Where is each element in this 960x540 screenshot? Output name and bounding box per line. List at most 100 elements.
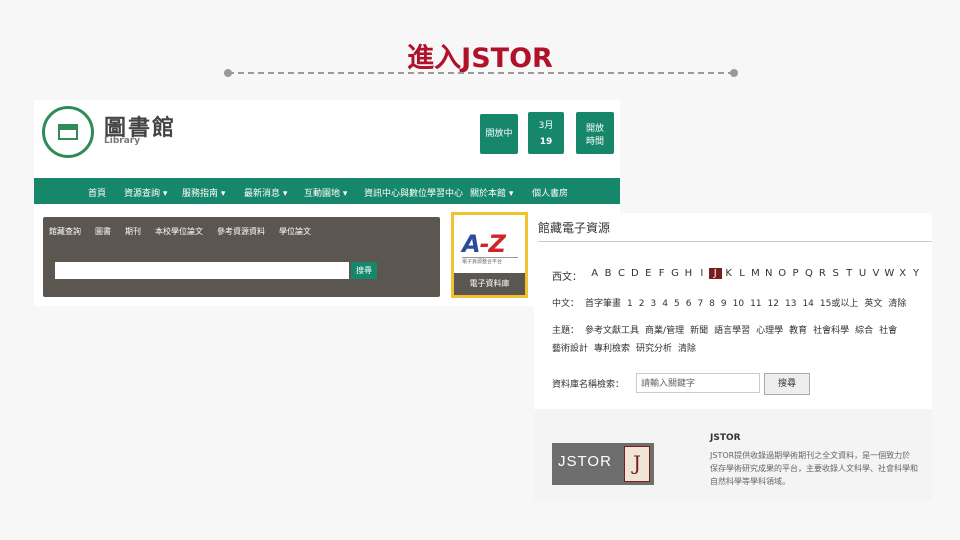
letter-s[interactable]: S [829,268,842,279]
letter-v[interactable]: V [869,268,882,279]
jstor-logo[interactable]: JSTOR J [552,443,654,485]
letter-r[interactable]: R [816,268,829,279]
opening-hours-line1: 開放 [585,124,604,134]
zh-15-plus[interactable]: 15或以上 [820,299,858,309]
zh-4[interactable]: 4 [662,299,668,309]
theme-social-science[interactable]: 社會科學 [813,326,849,336]
letter-t[interactable]: T [842,268,855,279]
zh-2[interactable]: 2 [639,299,645,309]
chinese-index-row: 中文： 首字筆畫 1 2 3 4 5 6 7 8 9 10 11 12 13 14 15或以上 英文 清除 [552,296,912,309]
zh-strokes[interactable]: 首字筆畫 [585,299,621,309]
letter-m[interactable]: M [749,268,762,279]
theme-art-design[interactable]: 藝術設計 [552,344,588,354]
zh-11[interactable]: 11 [750,299,761,309]
letter-c[interactable]: C [615,268,628,279]
tab-reference[interactable]: 參考資源資料 [217,226,265,237]
catalog-search-input[interactable] [55,262,349,279]
zh-6[interactable]: 6 [686,299,692,309]
zh-14[interactable]: 14 [802,299,813,309]
nav-about[interactable]: 關於本館 ▾ [470,186,513,199]
letter-a[interactable]: A [588,268,601,279]
nav-info-center[interactable]: 資訊中心與數位學習中心 [364,186,463,199]
theme-business[interactable]: 商業/管理 [645,326,684,336]
tab-journals[interactable]: 期刊 [125,226,141,237]
zh-10[interactable]: 10 [733,299,744,309]
tab-books[interactable]: 圖書 [95,226,111,237]
university-logo[interactable] [42,106,94,158]
letter-k[interactable]: K [722,268,735,279]
db-search-input[interactable]: 請輸入關鍵字 [636,373,760,393]
theme-society[interactable]: 社會 [879,326,897,336]
letter-o[interactable]: O [775,268,788,279]
letter-index: ABCDEFGHIJKLMNOPQRSTUVWXY [588,268,923,279]
jstor-description: JSTOR提供收錄過期學術期刊之全文資料，是一個致力於保存學術研究成果的平台，主… [710,451,918,486]
zh-1[interactable]: 1 [627,299,633,309]
divider-dot-right [730,69,738,77]
theme-education[interactable]: 教育 [789,326,807,336]
date-button[interactable]: 3月 19 [528,112,564,154]
nav-resources[interactable]: 資源查詢 ▾ [124,186,167,199]
letter-l[interactable]: L [735,268,748,279]
nav-personal[interactable]: 個人書房 [532,186,568,199]
theme-label: 主題： [552,326,580,336]
theme-clear[interactable]: 清除 [678,344,696,354]
zh-clear[interactable]: 清除 [888,299,906,309]
jstor-name[interactable]: JSTOR [710,433,741,443]
zh-12[interactable]: 12 [768,299,779,309]
theme-general[interactable]: 綜合 [855,326,873,336]
letter-q[interactable]: Q [802,268,815,279]
tab-catalog[interactable]: 館藏查詢 [49,226,81,237]
jstor-j-mark: J [624,446,650,482]
zh-8[interactable]: 8 [709,299,715,309]
opening-hours-button[interactable]: 開放 時間 [576,112,614,154]
az-label: 電子資料庫 [454,273,525,295]
letter-w[interactable]: W [883,268,896,279]
letter-e[interactable]: E [642,268,655,279]
letter-x[interactable]: X [896,268,909,279]
letter-f[interactable]: F [655,268,668,279]
letter-d[interactable]: D [628,268,641,279]
nav-news[interactable]: 最新消息 ▾ [244,186,287,199]
db-search-button[interactable]: 搜尋 [764,373,810,395]
letter-j-selected[interactable]: J [708,268,722,279]
letter-g[interactable]: G [668,268,681,279]
title-divider [228,72,734,74]
az-logo: A-Z [462,230,506,258]
zh-7[interactable]: 7 [697,299,703,309]
tab-theses[interactable]: 本校學位論文 [155,226,203,237]
letter-i[interactable]: I [695,268,708,279]
nav-services[interactable]: 服務指南 ▾ [182,186,225,199]
zh-3[interactable]: 3 [651,299,657,309]
db-search-label: 資料庫名稱檢索： [552,380,625,390]
catalog-search-button[interactable]: 搜尋 [351,262,377,279]
theme-psychology[interactable]: 心理學 [756,326,783,336]
letter-n[interactable]: N [762,268,775,279]
open-info-button[interactable]: 開放中 [480,114,518,154]
theme-news[interactable]: 新聞 [690,326,708,336]
zh-13[interactable]: 13 [785,299,796,309]
letter-u[interactable]: U [856,268,869,279]
letter-h[interactable]: H [682,268,695,279]
zh-9[interactable]: 9 [721,299,727,309]
zh-english[interactable]: 英文 [864,299,882,309]
slide-title: 進入JSTOR [407,43,553,74]
letter-y[interactable]: Y [909,268,922,279]
letter-b[interactable]: B [601,268,614,279]
letter-p[interactable]: P [789,268,802,279]
nav-home[interactable]: 首頁 [88,186,106,199]
theme-row: 主題： 參考文獻工具 商業/管理 新聞 語言學習 心理學 教育 社會科學 綜合 社會 [552,323,903,336]
chinese-label: 中文： [552,299,580,309]
theme-patent[interactable]: 專利檢索 [594,344,630,354]
date-day: 19 [539,137,553,147]
jstor-entry: JSTOR J JSTOR JSTOR提供收錄過期學術期刊之全文資料，是一個致力… [534,409,932,501]
nav-interactive[interactable]: 互動園地 ▾ [304,186,347,199]
zh-5[interactable]: 5 [674,299,680,309]
theme-reference[interactable]: 參考文獻工具 [585,326,639,336]
theme-row-2: 藝術設計 專利檢索 研究分析 清除 [552,341,702,354]
tab-dissertations[interactable]: 學位論文 [279,226,311,237]
theme-research-analysis[interactable]: 研究分析 [636,344,672,354]
library-en-name: Library [104,136,141,146]
theme-language[interactable]: 語言學習 [714,326,750,336]
book-icon [58,124,78,140]
az-database-link[interactable]: A-Z 電子資源整合平台 電子資料庫 [451,212,528,298]
